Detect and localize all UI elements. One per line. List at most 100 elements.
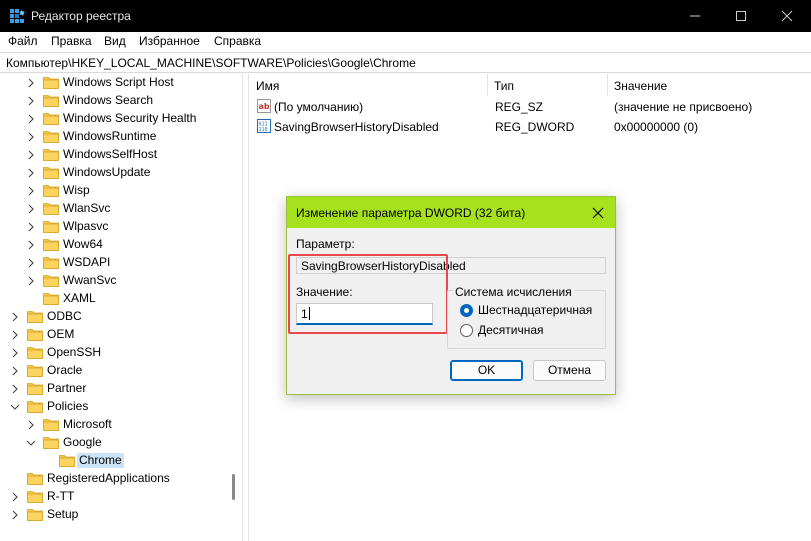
tree-item[interactable]: Wlpasvc xyxy=(0,218,230,236)
folder-icon xyxy=(27,365,43,377)
chevron-right-icon[interactable] xyxy=(26,420,36,430)
folder-icon xyxy=(43,77,59,89)
tree-item[interactable]: WindowsSelfHost xyxy=(0,146,230,164)
folder-icon xyxy=(27,509,43,521)
chevron-down-icon[interactable] xyxy=(26,438,36,448)
tree-item-label: ODBC xyxy=(47,309,82,323)
tree-item-label: WlanSvc xyxy=(63,201,111,215)
tree-item[interactable]: R-TT xyxy=(0,488,230,506)
tree-item-label: Windows Script Host xyxy=(63,75,174,89)
tree-item[interactable]: Wow64 xyxy=(0,236,230,254)
tree-item-label: WwanSvc xyxy=(63,273,117,287)
chevron-right-icon[interactable] xyxy=(26,186,36,196)
value-type: REG_DWORD xyxy=(495,120,575,134)
registry-editor-app-icon xyxy=(10,9,25,23)
chevron-right-icon[interactable] xyxy=(26,132,36,142)
value-row[interactable]: 011 110 SavingBrowserHistoryDisabled REG… xyxy=(250,117,811,137)
menu-file[interactable]: Файл xyxy=(8,34,38,48)
tree-item-label: Wisp xyxy=(63,183,90,197)
tree-item-label: Chrome xyxy=(77,453,124,468)
column-header-name[interactable]: Имя xyxy=(250,74,488,96)
tree-item[interactable]: WindowsRuntime xyxy=(0,128,230,146)
tree-item[interactable]: Windows Security Health xyxy=(0,110,230,128)
folder-icon xyxy=(43,95,59,107)
tree-item[interactable]: Oracle xyxy=(0,362,230,380)
tree-item[interactable]: WwanSvc xyxy=(0,272,230,290)
folder-icon xyxy=(43,239,59,251)
menu-view[interactable]: Вид xyxy=(104,34,126,48)
chevron-right-icon[interactable] xyxy=(10,492,20,502)
folder-icon xyxy=(43,257,59,269)
tree-item[interactable]: RegisteredApplications xyxy=(0,470,230,488)
close-window-button[interactable] xyxy=(764,0,810,32)
chevron-right-icon[interactable] xyxy=(26,258,36,268)
folder-icon xyxy=(43,275,59,287)
radio-decimal[interactable] xyxy=(460,324,473,337)
tree-item-label: XAML xyxy=(63,291,96,305)
highlight-frame xyxy=(288,254,448,334)
registry-tree[interactable]: Windows Script Host Windows Search Windows… xyxy=(0,74,243,541)
tree-item[interactable]: Chrome xyxy=(0,452,230,470)
tree-item[interactable]: Wisp xyxy=(0,182,230,200)
cancel-button[interactable]: Отмена xyxy=(533,360,606,381)
chevron-right-icon[interactable] xyxy=(10,330,20,340)
chevron-right-icon[interactable] xyxy=(26,78,36,88)
tree-item[interactable]: ODBC xyxy=(0,308,230,326)
column-header-type[interactable]: Тип xyxy=(488,74,608,96)
close-icon xyxy=(781,10,793,22)
tree-item[interactable]: WSDAPI xyxy=(0,254,230,272)
tree-item-label: Setup xyxy=(47,507,79,521)
tree-item[interactable]: WindowsUpdate xyxy=(0,164,230,182)
folder-icon xyxy=(27,347,43,359)
chevron-right-icon[interactable] xyxy=(26,168,36,178)
chevron-right-icon[interactable] xyxy=(26,150,36,160)
address-path[interactable]: Компьютер\HKEY_LOCAL_MACHINE\SOFTWARE\Po… xyxy=(6,56,416,70)
chevron-right-icon[interactable] xyxy=(10,510,20,520)
chevron-right-icon[interactable] xyxy=(10,348,20,358)
folder-icon xyxy=(43,419,59,431)
radio-decimal-label[interactable]: Десятичная xyxy=(478,323,544,337)
tree-item[interactable]: XAML xyxy=(0,290,230,308)
column-header-data[interactable]: Значение xyxy=(608,74,811,96)
maximize-button[interactable] xyxy=(718,0,764,32)
chevron-right-icon[interactable] xyxy=(10,384,20,394)
menu-edit[interactable]: Правка xyxy=(51,34,92,48)
folder-icon xyxy=(27,491,43,503)
address-bar[interactable]: Компьютер\HKEY_LOCAL_MACHINE\SOFTWARE\Po… xyxy=(0,52,811,73)
ok-button[interactable]: OK xyxy=(450,360,523,381)
tree-item[interactable]: Microsoft xyxy=(0,416,230,434)
tree-item[interactable]: WlanSvc xyxy=(0,200,230,218)
tree-scrollbar-thumb[interactable] xyxy=(232,474,235,500)
tree-item[interactable]: Google xyxy=(0,434,230,452)
chevron-right-icon[interactable] xyxy=(26,96,36,106)
value-row[interactable]: ab (По умолчанию) REG_SZ (значение не пр… xyxy=(250,97,811,117)
menu-help[interactable]: Справка xyxy=(214,34,261,48)
radio-hexadecimal-label[interactable]: Шестнадцатеричная xyxy=(478,303,592,317)
value-name: (По умолчанию) xyxy=(274,100,364,114)
chevron-right-icon[interactable] xyxy=(26,204,36,214)
string-value-icon: ab xyxy=(257,99,271,113)
chevron-right-icon[interactable] xyxy=(26,240,36,250)
close-icon[interactable] xyxy=(590,205,606,221)
tree-item[interactable]: Windows Search xyxy=(0,92,230,110)
tree-item[interactable]: Policies xyxy=(0,398,230,416)
chevron-down-icon[interactable] xyxy=(10,402,20,412)
chevron-right-icon[interactable] xyxy=(26,222,36,232)
chevron-right-icon[interactable] xyxy=(10,312,20,322)
radio-hexadecimal[interactable] xyxy=(460,304,473,317)
tree-item-label: WindowsSelfHost xyxy=(63,147,158,161)
tree-item[interactable]: OEM xyxy=(0,326,230,344)
chevron-right-icon[interactable] xyxy=(26,114,36,124)
chevron-right-icon[interactable] xyxy=(26,276,36,286)
chevron-right-icon[interactable] xyxy=(10,366,20,376)
tree-item[interactable]: OpenSSH xyxy=(0,344,230,362)
tree-item-label: Wow64 xyxy=(63,237,103,251)
tree-item[interactable]: Setup xyxy=(0,506,230,524)
tree-item[interactable]: Partner xyxy=(0,380,230,398)
pane-splitter[interactable] xyxy=(243,74,249,541)
base-group-title: Система исчисления xyxy=(453,285,574,299)
minimize-button[interactable] xyxy=(672,0,718,32)
tree-item[interactable]: Windows Script Host xyxy=(0,74,230,92)
edit-dword-dialog: Изменение параметра DWORD (32 бита) Пара… xyxy=(286,196,616,395)
menu-favorites[interactable]: Избранное xyxy=(139,34,200,48)
